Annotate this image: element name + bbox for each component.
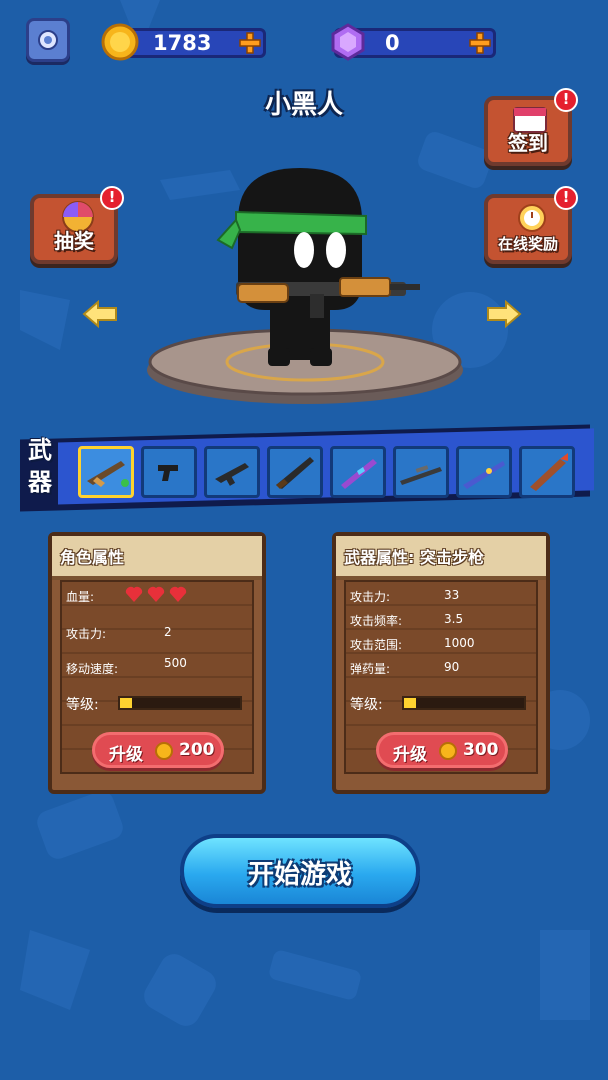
coin-counter: 1783 — [101, 23, 266, 61]
add-coins-icon[interactable] — [239, 32, 261, 54]
weapon-slot-plasma-rifle[interactable] — [456, 446, 512, 498]
character-display — [147, 168, 463, 404]
weapon-stats-panel: 武器属性: 突击步枪 攻击力: 33 攻击频率: 3.5 攻击范围: 1000 … — [332, 532, 550, 794]
character-level-fill — [120, 698, 132, 708]
range-value: 1000 — [444, 636, 475, 650]
upgrade-label: 升级 — [393, 745, 427, 765]
ammo-value: 90 — [444, 660, 460, 674]
alert-badge: ! — [100, 186, 124, 210]
upgrade-label: 升级 — [109, 745, 143, 765]
fire-rate-value: 3.5 — [444, 612, 464, 626]
character-panel-title: 角色属性 — [60, 548, 125, 567]
alarm-clock-icon — [518, 204, 546, 232]
laser-rifle-icon — [341, 459, 377, 489]
heart-icons — [125, 586, 187, 602]
gold-coin-icon — [101, 23, 139, 61]
pistol-icon — [158, 465, 178, 481]
sniper-rifle-icon — [400, 465, 442, 485]
speed-value: 500 — [164, 656, 187, 670]
weapon-attack-label: 攻击力: — [350, 590, 391, 604]
next-character-arrow-icon[interactable] — [486, 300, 522, 328]
weapon-level-fill — [404, 698, 416, 708]
weapon-level-bar — [402, 696, 526, 710]
weapon-title-bottom: 器 — [28, 468, 52, 496]
rocket-launcher-icon — [530, 453, 568, 491]
checkin-button[interactable]: 签到 ! — [484, 88, 578, 166]
weapon-slot-smg[interactable] — [204, 446, 260, 498]
weapon-title-top: 武 — [28, 436, 52, 464]
coin-value: 1783 — [153, 31, 212, 55]
speed-label: 移动速度: — [66, 662, 119, 676]
alert-badge: ! — [554, 88, 578, 112]
shotgun-icon — [276, 457, 314, 489]
weapon-upgrade-button[interactable]: 升级 300 — [376, 732, 508, 768]
level-label: 等级: — [66, 697, 99, 713]
character-level-bar — [118, 696, 242, 710]
gold-coin-icon — [155, 742, 173, 760]
smg-icon — [215, 463, 249, 486]
hp-label: 血量: — [66, 590, 95, 604]
attack-label: 攻击力: — [66, 627, 107, 641]
weapon-slot-sniper-rifle[interactable] — [393, 446, 449, 498]
weapon-level-label: 等级: — [350, 697, 383, 713]
hp-hearts — [124, 584, 190, 608]
attack-value: 2 — [164, 625, 172, 639]
gold-coin-icon — [439, 742, 457, 760]
assault-rifle-icon — [87, 461, 129, 487]
weapon-strip-title: 武 器 — [24, 434, 56, 498]
gem-value: 0 — [385, 31, 400, 55]
weapon-panel-title: 武器属性: 突击步枪 — [344, 548, 484, 567]
alert-badge: ! — [554, 186, 578, 210]
gem-counter: 0 — [331, 23, 496, 61]
start-game-label: 开始游戏 — [247, 860, 352, 890]
weapon-slot-assault-rifle[interactable] — [78, 446, 134, 498]
character-upgrade-button[interactable]: 升级 200 — [92, 732, 224, 768]
online-reward-button[interactable]: 在线奖励 ! — [484, 186, 578, 264]
upgrade-cost: 200 — [179, 740, 215, 760]
upgrade-cost: 300 — [463, 740, 499, 760]
weapon-attack-value: 33 — [444, 588, 460, 602]
fire-rate-label: 攻击频率: — [350, 614, 403, 628]
character-stats-panel: 角色属性 血量: 攻击力: 2 移动速度: 500 等级: 升级 200 — [48, 532, 266, 794]
lottery-button[interactable]: 抽奖 ! — [30, 186, 124, 264]
add-gems-icon[interactable] — [469, 32, 491, 54]
range-label: 攻击范围: — [350, 638, 403, 652]
checkin-label: 签到 — [508, 131, 548, 155]
weapon-slot-laser-rifle[interactable] — [330, 446, 386, 498]
purple-gem-icon — [331, 23, 365, 61]
online-reward-label: 在线奖励 — [497, 235, 558, 253]
weapon-slot-shotgun[interactable] — [267, 446, 323, 498]
lottery-label: 抽奖 — [54, 229, 94, 253]
weapon-slot-rocket-launcher[interactable] — [519, 446, 575, 498]
start-game-button[interactable]: 开始游戏 — [180, 834, 420, 908]
previous-character-arrow-icon[interactable] — [82, 300, 118, 328]
weapon-slot-pistol[interactable] — [141, 446, 197, 498]
plasma-rifle-icon — [463, 461, 505, 489]
ammo-label: 弹药量: — [350, 662, 391, 676]
settings-button[interactable] — [26, 18, 70, 62]
gear-icon — [38, 30, 58, 50]
